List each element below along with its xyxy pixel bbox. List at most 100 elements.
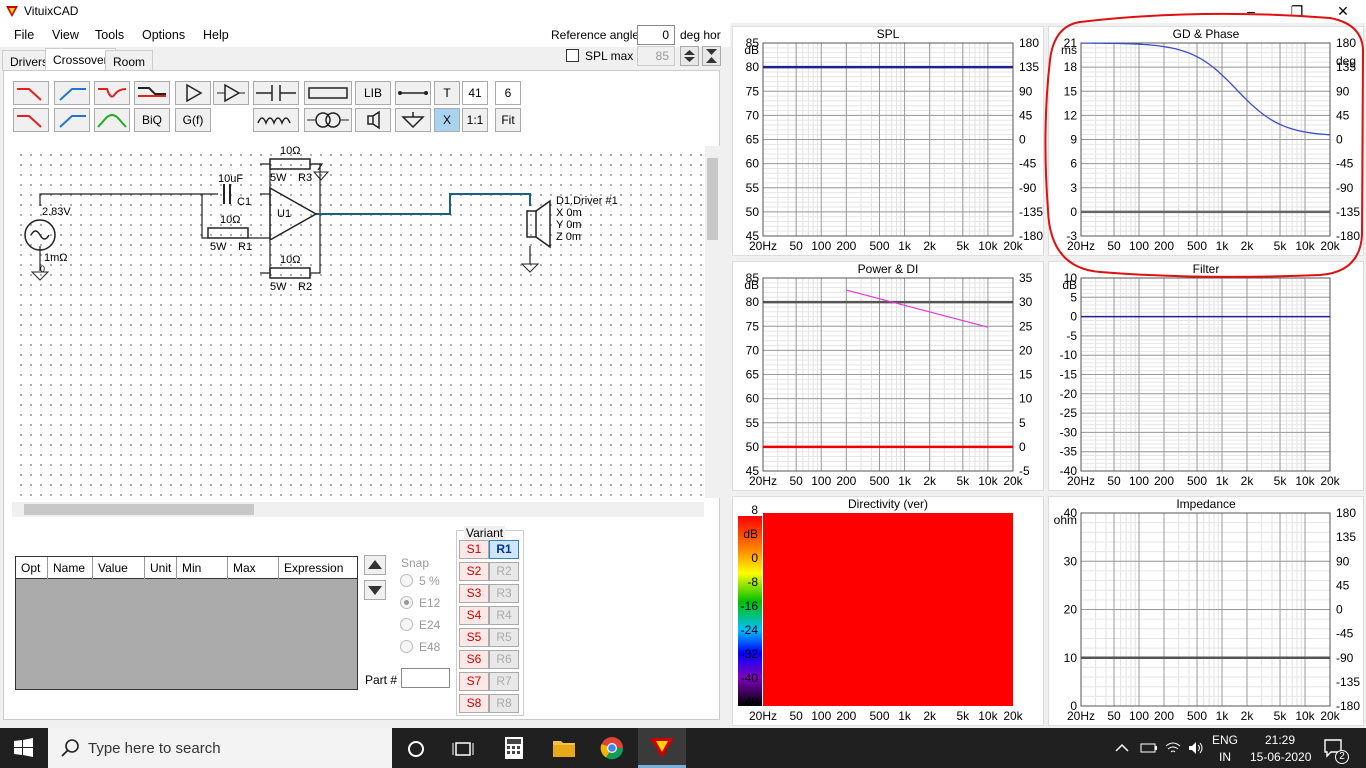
buffer-button[interactable] [175,81,211,105]
snap-radio-e48[interactable] [400,640,413,653]
col-max[interactable]: Max [228,557,279,579]
show-hidden-icons[interactable] [1114,741,1130,758]
language-label-1[interactable]: ENG [1212,733,1238,747]
spl-max-checkbox[interactable] [566,49,579,62]
spin-limit-button[interactable] [702,46,721,66]
variant-r4-button[interactable]: R4 [489,606,519,625]
ground-button[interactable] [395,108,431,132]
col-min[interactable]: Min [177,557,228,579]
part-number-input[interactable] [401,668,450,688]
variant-r7-button[interactable]: R7 [489,672,519,691]
notch-filter-button[interactable] [94,81,130,105]
vituixcad-taskbar-item[interactable] [638,728,686,768]
opamp-button[interactable] [213,81,249,105]
move-down-button[interactable] [364,580,386,600]
col-expression[interactable]: Expression [279,557,357,579]
highpass-filter-button[interactable] [54,81,90,105]
chrome-icon[interactable] [600,736,624,763]
inductor-button[interactable] [253,108,299,132]
menu-help[interactable]: Help [203,28,229,42]
schematic-horizontal-scrollbar[interactable] [12,502,704,517]
spin-updown-button[interactable] [680,46,699,66]
horizontal-scroll-thumb[interactable] [24,504,254,515]
vertical-scroll-thumb[interactable] [707,158,718,240]
shelf-filter-button[interactable] [134,81,170,105]
language-label-2[interactable]: IN [1219,750,1231,764]
biq-button[interactable]: BiQ [134,108,170,132]
y-right-tick-label: 0 [1019,440,1026,454]
driver-y-label: Y 0m [556,219,582,231]
variant-s6-button[interactable]: S6 [459,650,489,669]
t-value-input[interactable]: 41 [462,81,488,105]
snap-radio-e12[interactable] [400,596,413,609]
transformer-button[interactable] [304,108,352,132]
variant-r5-button[interactable]: R5 [489,628,519,647]
spl-max-input[interactable]: 85 [637,46,675,66]
variant-s3-button[interactable]: S3 [459,584,489,603]
snap-radio-e24[interactable] [400,618,413,631]
part-number-label: Part # [365,673,398,687]
wire-button[interactable] [395,81,431,105]
snap-option-e24: E24 [419,618,441,632]
variant-s5-button[interactable]: S5 [459,628,489,647]
variant-r3-button[interactable]: R3 [489,584,519,603]
y-right-tick-label: -90 [1336,651,1354,665]
move-up-button[interactable] [364,555,386,575]
variant-s8-button[interactable]: S8 [459,694,489,713]
schematic-vertical-scrollbar[interactable] [705,146,720,498]
variant-s2-button[interactable]: S2 [459,562,489,581]
x-tick-label: 100 [1129,474,1149,488]
variant-s7-button[interactable]: S7 [459,672,489,691]
y-left-tick-label: 0 [1070,699,1077,713]
capacitor-button[interactable] [253,81,299,105]
clock-date[interactable]: 15-06-2020 [1250,750,1311,764]
clock-time[interactable]: 21:29 [1265,733,1295,747]
menu-view[interactable]: View [52,28,79,42]
lowpass-filter-button[interactable] [13,81,49,105]
variant-r1-button[interactable]: R1 [489,540,519,559]
r1-power-label: 5W [210,241,227,253]
file-explorer-icon[interactable] [552,737,576,762]
fit-button[interactable]: Fit [495,108,521,132]
speaker-button[interactable] [355,108,391,132]
one-to-one-button[interactable]: 1:1 [462,108,488,132]
unit-left-label: ohm [1054,513,1077,527]
variant-s1-button[interactable]: S1 [459,540,489,559]
cortana-icon[interactable] [405,738,427,763]
y-left-tick-label: -35 [1060,445,1078,459]
calculator-icon[interactable] [502,736,526,763]
variant-r8-button[interactable]: R8 [489,694,519,713]
lib-button[interactable]: LIB [355,81,391,105]
gf-button[interactable]: G(f) [175,108,211,132]
tab-room[interactable]: Room [105,50,154,71]
menu-options[interactable]: Options [142,28,185,42]
col-opt[interactable]: Opt [16,557,48,579]
x-button[interactable]: X [434,108,460,132]
t-value2-input[interactable]: 6 [495,81,521,105]
variant-r2-button[interactable]: R2 [489,562,519,581]
x-tick-label: 200 [836,709,856,723]
highpass-filter-2-button[interactable] [54,108,90,132]
bandpass-filter-button[interactable] [94,108,130,132]
menu-tools[interactable]: Tools [95,28,124,42]
wifi-icon[interactable] [1164,740,1182,759]
text-button[interactable]: T [434,81,460,105]
menu-file[interactable]: File [14,28,34,42]
col-name[interactable]: Name [48,557,93,579]
filter-chart-svg: 20Hz 50 100 200 500 1k 2k 5k 10k 20k1050-5-10-15-… [1060,271,1341,488]
resistor-button[interactable] [304,81,352,105]
variant-r6-button[interactable]: R6 [489,650,519,669]
y-left-tick-label: -5 [1066,329,1077,343]
optimizer-grid[interactable]: Opt Name Value Unit Min Max Expression [15,556,358,690]
task-view-icon[interactable] [452,738,474,763]
lowpass-filter-2-button[interactable] [13,108,49,132]
variant-s4-button[interactable]: S4 [459,606,489,625]
col-value[interactable]: Value [93,557,145,579]
reference-angle-unit: deg hor [680,28,721,42]
snap-radio-5[interactable] [400,574,413,587]
col-unit[interactable]: Unit [145,557,177,579]
reference-angle-input[interactable]: 0 [637,25,675,45]
windows-start-icon[interactable] [14,738,34,761]
volume-icon[interactable] [1187,740,1205,759]
battery-icon[interactable] [1140,740,1158,759]
